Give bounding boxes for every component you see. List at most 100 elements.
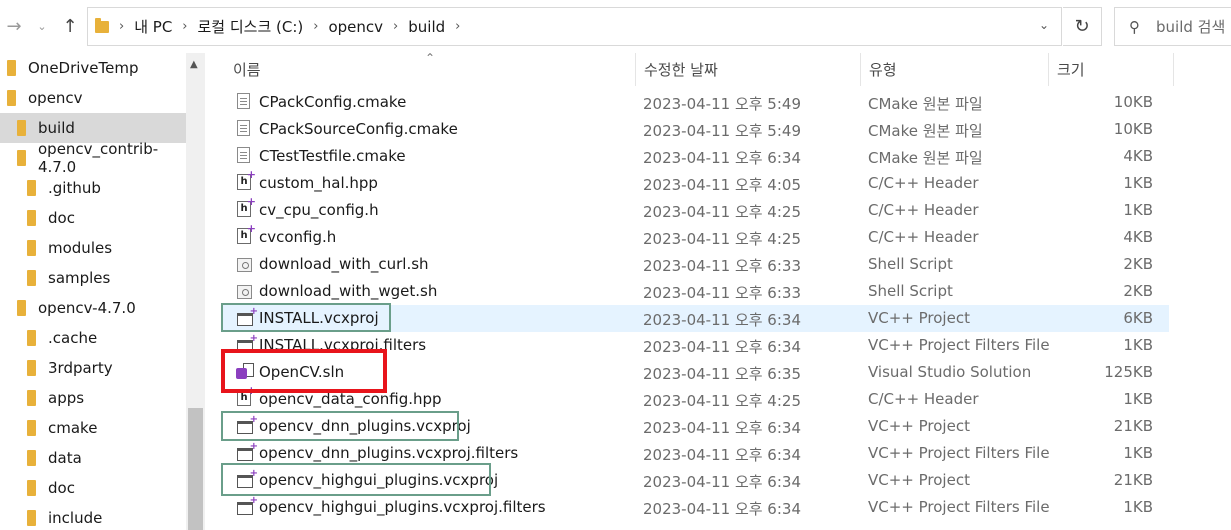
folder-icon bbox=[27, 480, 36, 496]
sidebar-item[interactable]: .github bbox=[0, 173, 186, 203]
up-arrow-icon[interactable]: ↑ bbox=[58, 12, 82, 40]
file-date: 2023-04-11 오후 4:25 bbox=[643, 203, 801, 221]
sidebar-item-label: opencv-4.7.0 bbox=[38, 299, 136, 317]
sidebar-item[interactable]: opencv-4.7.0 bbox=[0, 293, 186, 323]
file-type: VC++ Project bbox=[868, 471, 970, 489]
file-type: VC++ Project bbox=[868, 417, 970, 435]
file-date: 2023-04-11 오후 6:34 bbox=[643, 338, 801, 356]
header-file-icon: h bbox=[237, 195, 256, 217]
folder-icon bbox=[27, 210, 36, 226]
column-header-type[interactable]: 유형 bbox=[869, 53, 897, 86]
file-date: 2023-04-11 오후 4:25 bbox=[643, 392, 801, 410]
sidebar-item[interactable]: apps bbox=[0, 383, 186, 413]
chevron-right-icon[interactable]: › bbox=[182, 19, 187, 34]
column-divider[interactable] bbox=[1048, 53, 1049, 86]
chevron-right-icon[interactable]: › bbox=[455, 19, 460, 34]
file-row[interactable]: hcvconfig.h 2023-04-11 오후 4:25 C/C++ Heade… bbox=[221, 222, 1169, 251]
file-date: 2023-04-11 오후 6:34 bbox=[643, 149, 801, 167]
sidebar-item[interactable]: opencv bbox=[0, 83, 186, 113]
sidebar-item[interactable]: doc bbox=[0, 203, 186, 233]
file-row[interactable]: opencv_dnn_plugins.vcxproj.filters 2023-0… bbox=[221, 440, 1169, 467]
file-name: opencv_highgui_plugins.vcxproj bbox=[259, 471, 499, 489]
file-row[interactable]: hopencv_data_config.hpp 2023-04-11 오후 4:2… bbox=[221, 384, 1169, 413]
file-type: Visual Studio Solution bbox=[868, 363, 1032, 381]
file-type: VC++ Project Filters File bbox=[868, 444, 1050, 462]
file-type: CMake 원본 파일 bbox=[868, 95, 983, 113]
sidebar-item[interactable]: OneDriveTemp bbox=[0, 53, 186, 83]
folder-icon bbox=[27, 510, 36, 526]
sidebar-scrollbar[interactable]: ▲ bbox=[186, 53, 205, 530]
file-size: 1KB bbox=[1123, 336, 1153, 354]
folder-icon bbox=[27, 420, 36, 436]
vcxproj-icon bbox=[237, 414, 258, 434]
file-row[interactable]: hcv_cpu_config.h 2023-04-11 오후 4:25 C/C++ … bbox=[221, 195, 1169, 224]
sidebar-item-label: OneDriveTemp bbox=[28, 59, 139, 77]
file-row[interactable]: opencv_highgui_plugins.vcxproj 2023-04-11… bbox=[221, 467, 1169, 494]
back-arrow-icon[interactable]: → bbox=[2, 12, 26, 40]
column-header-name[interactable]: 이름 bbox=[233, 53, 261, 86]
sidebar-item[interactable]: modules bbox=[0, 233, 186, 263]
file-row[interactable]: INSTALL.vcxproj 2023-04-11 오후 6:34 VC++ Pr… bbox=[221, 305, 1169, 332]
file-name: opencv_dnn_plugins.vcxproj.filters bbox=[259, 444, 519, 462]
vcxproj-filters-icon bbox=[237, 441, 258, 461]
file-row[interactable]: download_with_curl.sh 2023-04-11 오후 6:33 S… bbox=[221, 251, 1169, 278]
sidebar-item-label: apps bbox=[48, 389, 85, 407]
file-row[interactable]: opencv_highgui_plugins.vcxproj.filters 20… bbox=[221, 494, 1169, 521]
file-type: C/C++ Header bbox=[868, 201, 979, 219]
column-header-size[interactable]: 크기 bbox=[1057, 53, 1085, 86]
file-row[interactable]: CPackConfig.cmake 2023-04-11 오후 5:49 CMake… bbox=[221, 89, 1169, 116]
folder-icon bbox=[17, 150, 26, 166]
header-file-icon: h bbox=[237, 168, 256, 190]
sidebar-item[interactable]: doc bbox=[0, 473, 186, 503]
file-row[interactable]: INSTALL.vcxproj.filters 2023-04-11 오후 6:3… bbox=[221, 332, 1169, 359]
history-chevron-icon[interactable]: ⌄ bbox=[30, 12, 54, 40]
refresh-button[interactable]: ↻ bbox=[1063, 7, 1102, 46]
chevron-right-icon[interactable]: › bbox=[313, 19, 318, 34]
address-bar[interactable]: › 내 PC › 로컬 디스크 (C:) › opencv › build › … bbox=[87, 7, 1062, 46]
column-divider[interactable] bbox=[635, 53, 636, 86]
file-size: 21KB bbox=[1113, 417, 1153, 435]
folder-icon bbox=[27, 240, 36, 256]
sidebar-item[interactable]: data bbox=[0, 443, 186, 473]
file-row[interactable]: OpenCV.sln 2023-04-11 오후 6:35 Visual Studi… bbox=[221, 359, 1169, 386]
file-row[interactable]: hcustom_hal.hpp 2023-04-11 오후 4:05 C/C++ H… bbox=[221, 168, 1169, 197]
sidebar-item-label: cmake bbox=[48, 419, 98, 437]
column-divider[interactable] bbox=[860, 53, 861, 86]
scroll-up-arrow-icon[interactable]: ▲ bbox=[190, 59, 198, 70]
file-name: INSTALL.vcxproj bbox=[259, 309, 379, 327]
breadcrumb-local-disk[interactable]: 로컬 디스크 (C:) bbox=[198, 16, 304, 37]
column-header-date[interactable]: 수정한 날짜 bbox=[644, 53, 718, 86]
breadcrumb-opencv[interactable]: opencv bbox=[328, 18, 383, 36]
file-name: download_with_wget.sh bbox=[259, 282, 438, 300]
breadcrumb-build[interactable]: build bbox=[408, 18, 445, 36]
column-divider[interactable] bbox=[1173, 53, 1174, 86]
chevron-right-icon[interactable]: › bbox=[119, 19, 124, 34]
scrollbar-thumb[interactable] bbox=[188, 408, 203, 530]
file-date: 2023-04-11 오후 4:25 bbox=[643, 230, 801, 248]
file-date: 2023-04-11 오후 6:34 bbox=[643, 446, 801, 464]
sidebar-item[interactable]: cmake bbox=[0, 413, 186, 443]
file-date: 2023-04-11 오후 6:34 bbox=[643, 473, 801, 491]
sidebar-item[interactable]: opencv_contrib-4.7.0 bbox=[0, 140, 186, 176]
sidebar-item[interactable]: 3rdparty bbox=[0, 353, 186, 383]
sidebar-item-label: 3rdparty bbox=[48, 359, 113, 377]
sidebar-item[interactable]: build bbox=[0, 113, 186, 143]
sidebar-item[interactable]: .cache bbox=[0, 323, 186, 353]
breadcrumb-my-pc[interactable]: 내 PC bbox=[134, 16, 172, 37]
folder-icon bbox=[27, 360, 36, 376]
file-size: 21KB bbox=[1113, 471, 1153, 489]
search-box[interactable]: ⚲ build 검색 bbox=[1114, 7, 1231, 46]
file-size: 1KB bbox=[1123, 444, 1153, 462]
file-name: opencv_dnn_plugins.vcxproj bbox=[259, 417, 471, 435]
chevron-down-icon[interactable]: ⌄ bbox=[1039, 18, 1049, 32]
folder-icon bbox=[17, 120, 26, 136]
file-size: 6KB bbox=[1123, 309, 1153, 327]
folder-icon bbox=[27, 390, 36, 406]
file-row[interactable]: CTestTestfile.cmake 2023-04-11 오후 6:34 CMa… bbox=[221, 143, 1169, 170]
sidebar-item[interactable]: samples bbox=[0, 263, 186, 293]
file-row[interactable]: opencv_dnn_plugins.vcxproj 2023-04-11 오후 … bbox=[221, 413, 1169, 440]
file-row[interactable]: download_with_wget.sh 2023-04-11 오후 6:33 S… bbox=[221, 278, 1169, 305]
sidebar-item[interactable]: include bbox=[0, 503, 186, 530]
file-row[interactable]: CPackSourceConfig.cmake 2023-04-11 오후 5:4… bbox=[221, 116, 1169, 143]
chevron-right-icon[interactable]: › bbox=[393, 19, 398, 34]
